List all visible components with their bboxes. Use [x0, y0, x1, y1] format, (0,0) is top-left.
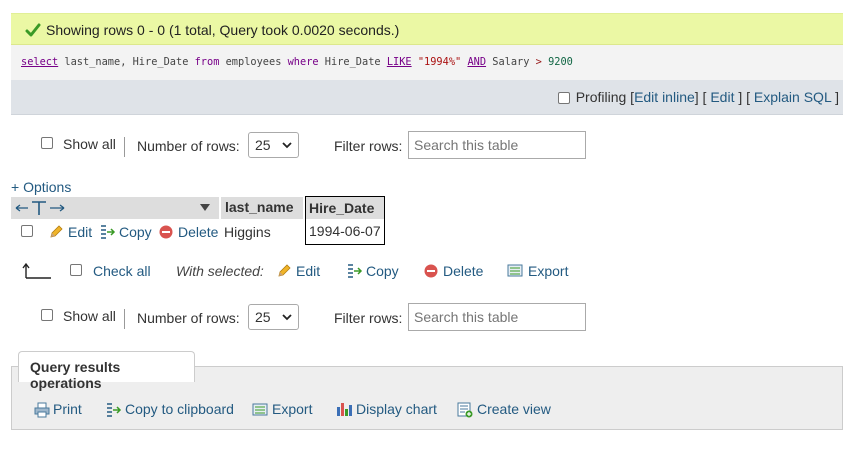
sql-token: "1994%" — [417, 56, 462, 68]
success-message-text: Showing rows 0 - 0 (1 total, Query took … — [46, 22, 400, 38]
bulk-actions-row: Check all With selected: Edit Copy Delet… — [0, 258, 600, 284]
edit-inline-link[interactable]: Edit inline — [634, 89, 695, 105]
cell-last-name: Higgins — [224, 224, 271, 240]
create-view-link[interactable]: Create view — [477, 401, 551, 417]
pencil-icon — [50, 225, 63, 238]
chevron-down-icon — [282, 142, 292, 149]
cell-hire-date-value: 1994-06-07 — [309, 223, 381, 239]
sql-token: AND — [467, 56, 487, 68]
export-icon — [507, 264, 523, 277]
cell-hire-date[interactable]: 1994-06-07 — [305, 219, 385, 245]
bracket: [ — [702, 89, 707, 105]
divider — [124, 137, 125, 157]
column-header-last-name[interactable]: last_name — [220, 197, 303, 219]
bulk-edit-button[interactable]: Edit — [296, 263, 320, 279]
table-row: Edit Copy Delete Higgins 1994-06-07 — [0, 219, 400, 245]
print-link[interactable]: Print — [53, 401, 82, 417]
show-all-label: Show all — [63, 308, 116, 324]
filter-rows-input[interactable]: Search this table — [408, 303, 586, 331]
query-results-operations-title: Query results operations — [30, 359, 121, 391]
sql-token: 9200 — [548, 56, 573, 68]
arrow-ltr-icon — [22, 262, 51, 279]
filter-rows-label: Filter rows: — [334, 138, 403, 154]
sql-token: select — [21, 56, 59, 68]
column-header-label: last_name — [225, 199, 294, 215]
copy-icon — [348, 264, 363, 278]
options-link[interactable]: + Options — [11, 179, 71, 195]
divider — [124, 309, 125, 329]
sql-token: Salary — [486, 56, 536, 68]
print-icon — [34, 402, 50, 418]
column-header-hire-date[interactable]: Hire_Date — [305, 196, 385, 219]
checkmark-icon — [25, 23, 41, 37]
show-all-label: Show all — [63, 136, 116, 152]
success-message-bar: Showing rows 0 - 0 (1 total, Query took … — [11, 13, 843, 45]
row-copy-link[interactable]: Copy — [119, 224, 152, 240]
rows-per-page-value: 25 — [255, 137, 271, 153]
bulk-export-button[interactable]: Export — [528, 263, 568, 279]
filter-rows-input[interactable]: Search this table — [408, 131, 586, 159]
filter-rows-label: Filter rows: — [334, 310, 403, 326]
bracket: ] — [835, 89, 839, 105]
export-icon — [252, 403, 268, 416]
bar-chart-icon — [337, 403, 352, 416]
sql-token: from — [194, 56, 220, 68]
bulk-copy-button[interactable]: Copy — [366, 263, 399, 279]
sql-token: Hire_Date — [318, 56, 387, 68]
chevron-down-icon — [282, 314, 292, 321]
profiling-bar: Profiling [Edit inline] [ Edit ] [ Expla… — [11, 80, 843, 115]
check-all-checkbox[interactable] — [70, 264, 82, 276]
query-results-operations-tab: Query results operations — [18, 351, 195, 391]
copy-icon — [107, 403, 122, 417]
rows-label: Number of rows: — [137, 310, 240, 326]
show-all-checkbox[interactable] — [41, 309, 53, 321]
navigation-top: Show all Number of rows: 25 Filter rows:… — [0, 130, 843, 162]
check-all-link[interactable]: Check all — [93, 263, 151, 279]
show-all-checkbox[interactable] — [41, 137, 53, 149]
bulk-delete-button[interactable]: Delete — [443, 263, 483, 279]
profiling-checkbox[interactable] — [557, 92, 570, 105]
create-view-icon — [457, 402, 473, 418]
export-link[interactable]: Export — [272, 401, 312, 417]
sort-triangle-icon[interactable] — [199, 203, 211, 212]
rows-per-page-select[interactable]: 25 — [248, 304, 299, 330]
copy-icon — [101, 225, 116, 239]
bracket: [ — [746, 89, 751, 105]
display-chart-link[interactable]: Display chart — [356, 401, 437, 417]
rows-per-page-value: 25 — [255, 309, 271, 325]
rows-per-page-select[interactable]: 25 — [248, 132, 299, 158]
navigation-bottom: Show all Number of rows: 25 Filter rows:… — [0, 302, 843, 334]
delete-icon — [159, 225, 173, 239]
with-selected-label: With selected: — [176, 263, 264, 279]
column-header-label: Hire_Date — [309, 200, 375, 216]
bracket: ] — [738, 89, 743, 105]
profiling-label: Profiling — [575, 89, 627, 105]
table-header-actions — [11, 197, 219, 219]
column-arrows-icon[interactable] — [14, 200, 66, 216]
bracket: ] — [694, 89, 699, 105]
sql-query-text: select last_name, Hire_Date from employe… — [21, 56, 573, 68]
sql-query-box: select last_name, Hire_Date from employe… — [11, 45, 843, 80]
delete-icon — [424, 264, 438, 278]
sql-token: LIKE — [386, 56, 412, 68]
sql-token: employees — [219, 56, 288, 68]
edit-query-link[interactable]: Edit — [710, 89, 734, 105]
row-edit-link[interactable]: Edit — [68, 224, 92, 240]
row-delete-link[interactable]: Delete — [178, 224, 218, 240]
pencil-icon — [278, 264, 291, 277]
copy-to-clipboard-link[interactable]: Copy to clipboard — [125, 401, 234, 417]
explain-sql-link[interactable]: Explain SQL — [754, 89, 831, 105]
row-checkbox[interactable] — [21, 225, 33, 237]
rows-label: Number of rows: — [137, 138, 240, 154]
sql-token: last_name, Hire_Date — [58, 56, 195, 68]
sql-token: where — [287, 56, 319, 68]
